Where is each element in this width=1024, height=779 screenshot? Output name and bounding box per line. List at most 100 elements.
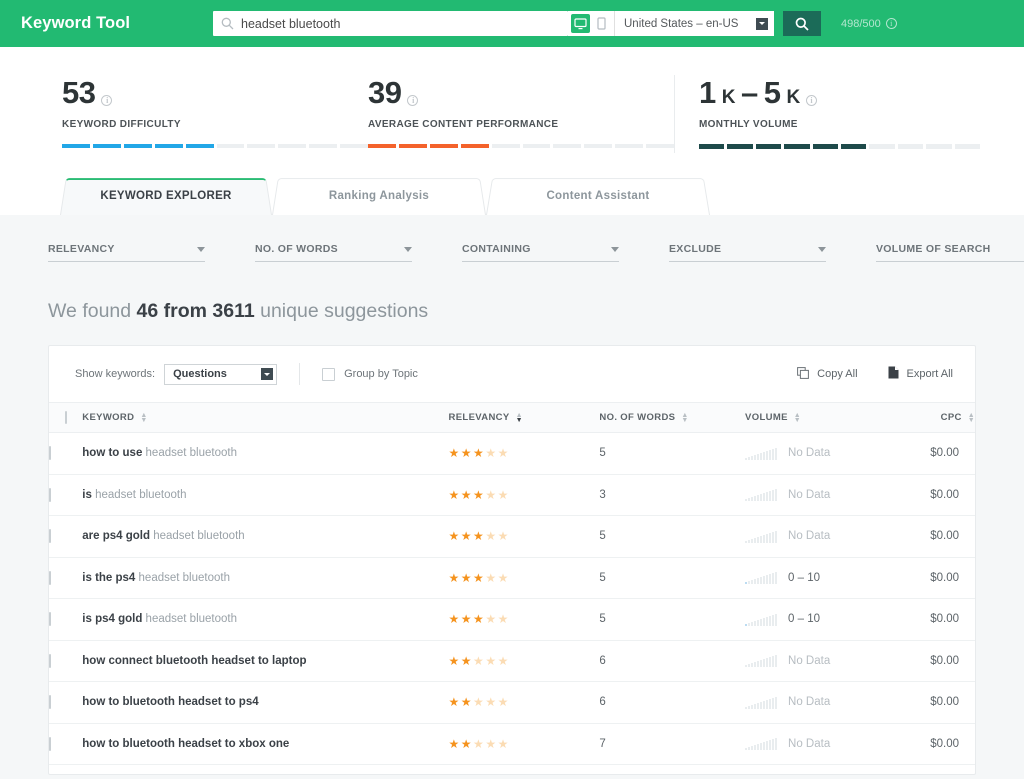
country-select[interactable]: United States – en-US xyxy=(614,11,774,36)
volume-cell: No Data xyxy=(745,640,876,682)
filter-no-of-words[interactable]: NO. OF WORDS xyxy=(255,243,412,262)
results-summary: We found 46 from 3611 unique suggestions xyxy=(48,300,976,323)
row-checkbox[interactable] xyxy=(49,695,51,710)
table-row[interactable]: how connect bluetooth headset to laptop ★… xyxy=(49,640,975,682)
volume-value: No Data xyxy=(788,488,831,501)
group-by-topic-toggle[interactable]: Group by Topic xyxy=(322,367,418,381)
sort-icon: ▲ ▼ xyxy=(681,411,689,424)
spark-bar xyxy=(748,456,751,460)
table-row[interactable]: are ps4 gold headset bluetooth ★ ★ ★ ★ ★ 5 No D… xyxy=(49,515,975,558)
column-no-of-words[interactable]: NO. OF WORDS ▲ ▼ xyxy=(599,402,746,433)
tab-bar: KEYWORD EXPLORER Ranking Analysis Conten… xyxy=(0,170,1024,215)
filter-label: NO. OF WORDS xyxy=(255,243,338,255)
info-icon[interactable]: i xyxy=(805,95,817,106)
search-button[interactable] xyxy=(783,11,821,36)
results-count: 46 from 3611 xyxy=(136,300,255,322)
spark-bar xyxy=(763,451,766,460)
metric-value: 39 i xyxy=(368,75,674,111)
volume-value: No Data xyxy=(788,654,831,667)
volume-sparkline xyxy=(745,488,778,502)
table-row[interactable]: how to bluetooth headset to ps4 ★ ★ ★ ★ ★ 6 No … xyxy=(49,681,975,724)
metric-number: 53 xyxy=(62,75,96,110)
search-icon xyxy=(221,17,234,30)
spark-bar xyxy=(760,743,763,751)
table-row[interactable]: is ps4 gold headset bluetooth ★ ★ ★ ★ ★ 5 0 – 1… xyxy=(49,598,975,641)
filter-containing[interactable]: CONTAINING xyxy=(462,243,619,262)
copy-all-button[interactable]: Copy All xyxy=(797,366,858,382)
toolbar-divider xyxy=(299,363,301,385)
star-icon: ★ xyxy=(473,529,484,544)
filter-exclude[interactable]: EXCLUDE xyxy=(669,243,826,262)
star-icon: ★ xyxy=(448,529,460,544)
keyword-text: how to use headset bluetooth xyxy=(82,447,237,460)
volume-sparkline xyxy=(745,571,778,585)
spark-bar xyxy=(763,742,766,751)
gauge-segment xyxy=(154,144,183,148)
credit-counter: 498/500 i xyxy=(841,18,897,30)
table-row[interactable]: how to use headset bluetooth ★ ★ ★ ★ ★ 5 No Dat… xyxy=(49,432,975,475)
keyword-text: is the ps4 headset bluetooth xyxy=(82,571,230,584)
row-checkbox[interactable] xyxy=(49,736,51,751)
results-prefix: We found xyxy=(48,300,137,322)
row-checkbox[interactable] xyxy=(49,487,51,502)
group-by-topic-checkbox[interactable] xyxy=(322,367,336,381)
volume-cell: 0 – 10 xyxy=(745,557,876,599)
tab-content-assistant[interactable]: Content Assistant xyxy=(486,176,710,215)
spark-bar xyxy=(748,539,751,543)
spark-bar xyxy=(766,741,769,751)
spark-bar xyxy=(745,540,748,543)
row-checkbox[interactable] xyxy=(49,612,51,627)
gauge-segment xyxy=(812,144,839,149)
search-input[interactable] xyxy=(241,16,560,31)
select-all-checkbox[interactable] xyxy=(65,411,67,424)
info-icon[interactable]: i xyxy=(407,95,419,106)
show-keywords-select[interactable]: Questions xyxy=(164,363,278,385)
column-keyword[interactable]: KEYWORD ▲ ▼ xyxy=(82,402,449,433)
table-row[interactable]: is the ps4 headset bluetooth ★ ★ ★ ★ ★ 5 0 – 10… xyxy=(49,557,975,599)
relevancy-stars: ★ ★ ★ ★ ★ xyxy=(449,696,600,708)
mobile-icon[interactable] xyxy=(592,14,611,33)
gauge-segment xyxy=(247,144,276,148)
metric-keyword-difficulty: 53 i KEYWORD DIFFICULTY xyxy=(62,75,369,170)
tab-ranking-analysis[interactable]: Ranking Analysis xyxy=(272,176,486,215)
tab-keyword-explorer[interactable]: KEYWORD EXPLORER xyxy=(60,176,272,215)
table-row[interactable]: how to bluetooth headset to xbox one ★ ★ ★ ★… xyxy=(49,723,975,765)
spark-bar xyxy=(754,579,757,585)
keyword-text: is headset bluetooth xyxy=(82,488,187,501)
spark-bar xyxy=(754,745,757,751)
spark-bar xyxy=(763,700,766,709)
star-icon: ★ xyxy=(497,612,509,627)
export-all-button[interactable]: Export All xyxy=(888,366,953,382)
spark-bar xyxy=(745,706,748,709)
row-checkbox[interactable] xyxy=(49,570,51,585)
spark-bar xyxy=(769,491,772,502)
column-volume[interactable]: VOLUME ▲ ▼ xyxy=(745,402,876,433)
spark-bar xyxy=(763,576,766,585)
column-relevancy[interactable]: RELEVANCY ▲ ▼ xyxy=(448,402,600,433)
search-field[interactable] xyxy=(213,11,568,36)
group-by-topic-label: Group by Topic xyxy=(344,368,418,380)
spark-bar xyxy=(766,699,769,709)
star-icon: ★ xyxy=(473,653,484,668)
filter-volume-of-search[interactable]: VOLUME OF SEARCH xyxy=(876,243,1024,262)
gauge-segment xyxy=(368,144,396,148)
spark-bar xyxy=(775,613,778,626)
desktop-icon[interactable] xyxy=(571,14,590,33)
info-icon[interactable]: i xyxy=(885,18,897,29)
row-checkbox[interactable] xyxy=(49,529,51,544)
star-icon: ★ xyxy=(497,570,509,585)
metric-content-performance: 39 i AVERAGE CONTENT PERFORMANCE xyxy=(368,75,675,170)
table-row[interactable]: is headset bluetooth ★ ★ ★ ★ ★ 3 No Data $0.00 xyxy=(49,474,975,516)
star-icon: ★ xyxy=(448,487,460,502)
star-icon: ★ xyxy=(460,736,472,751)
column-cpc[interactable]: CPC ▲ ▼ xyxy=(875,402,975,433)
no-of-words-cell: 5 xyxy=(599,598,746,641)
spark-bar xyxy=(775,655,778,668)
filter-relevancy[interactable]: RELEVANCY xyxy=(48,243,205,262)
info-icon[interactable]: i xyxy=(101,95,113,106)
gauge-segment xyxy=(869,144,895,149)
volume-min: 1 xyxy=(699,75,716,110)
row-checkbox[interactable] xyxy=(49,446,51,461)
row-checkbox[interactable] xyxy=(49,653,51,668)
star-icon: ★ xyxy=(460,612,472,627)
